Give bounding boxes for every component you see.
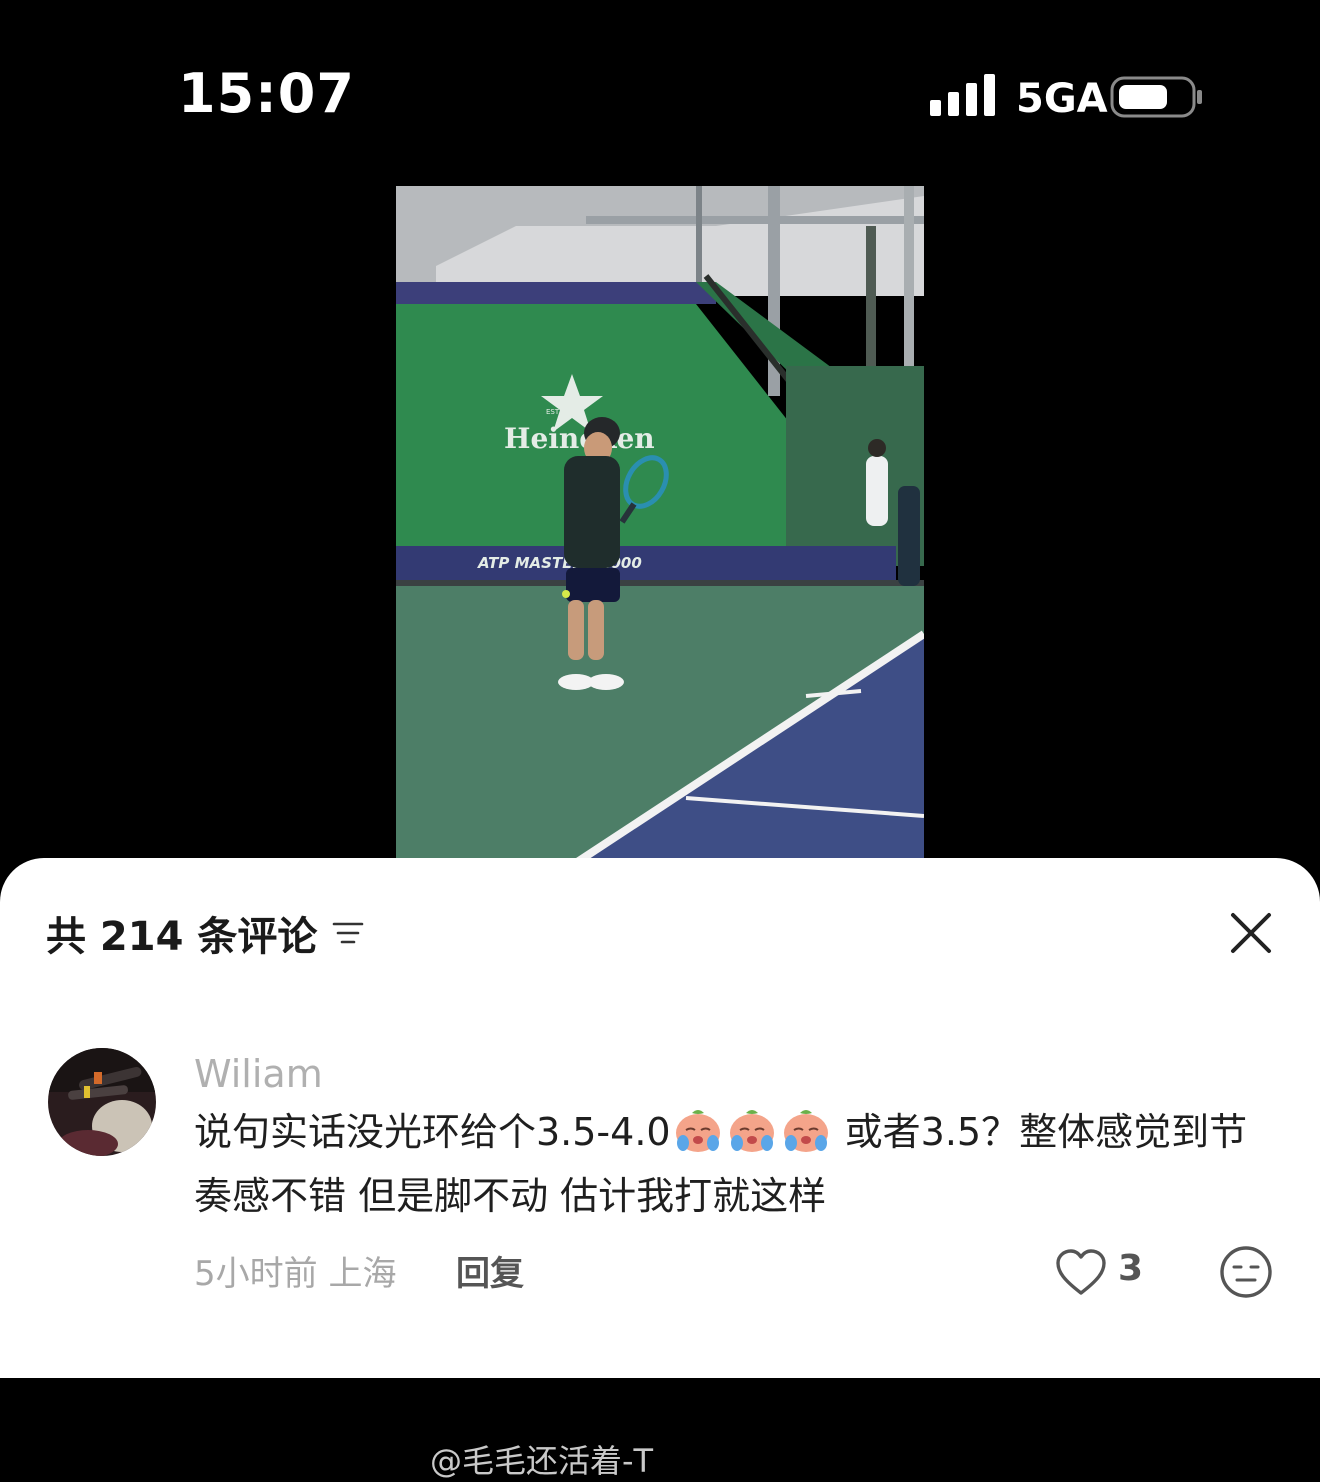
comments-sheet: 共 214 条评论 Wiliam 说句实话没光环给个3.5-4.0 或者3.5？… bbox=[0, 858, 1320, 1480]
sort-icon[interactable] bbox=[331, 916, 365, 950]
status-time: 15:07 bbox=[178, 62, 355, 125]
crying-emoji-icon bbox=[729, 1110, 774, 1152]
watermark-text: @毛毛还活着-T bbox=[430, 1442, 654, 1480]
battery-icon bbox=[1110, 76, 1202, 118]
video-player[interactable]: Heineken EST. 1873 ATP MASTERS 1000 bbox=[396, 186, 924, 876]
crying-emoji-icon bbox=[675, 1110, 720, 1152]
heart-icon[interactable] bbox=[1054, 1248, 1108, 1298]
comment-text-part1: 说句实话没光环给个3.5-4.0 bbox=[194, 1110, 671, 1154]
avatar[interactable] bbox=[48, 1048, 156, 1156]
cellular-signal-icon bbox=[930, 74, 995, 116]
neutral-face-icon[interactable] bbox=[1218, 1244, 1274, 1300]
banner-est-text: EST. 1873 bbox=[546, 408, 581, 416]
comment-count-title: 共 214 条评论 bbox=[46, 914, 318, 960]
video-frame-image: Heineken EST. 1873 ATP MASTERS 1000 bbox=[396, 186, 924, 876]
avatar-image bbox=[48, 1048, 156, 1156]
network-type-label: 5GA bbox=[1016, 76, 1108, 122]
comment-username[interactable]: Wiliam bbox=[194, 1052, 323, 1096]
close-icon[interactable] bbox=[1226, 908, 1276, 958]
comment-body: 说句实话没光环给个3.5-4.0 或者3.5？整体感觉到节奏感不错 但是脚不动 … bbox=[194, 1100, 1274, 1228]
banner-brand-text: Heineken bbox=[504, 422, 655, 455]
crying-emoji-icon bbox=[783, 1110, 828, 1152]
comment-meta: 5小时前 上海 bbox=[194, 1254, 397, 1294]
status-bar: 15:07 5GA bbox=[0, 0, 1320, 190]
reply-button[interactable]: 回复 bbox=[456, 1246, 524, 1295]
comments-header: 共 214 条评论 bbox=[46, 904, 365, 962]
like-count: 3 bbox=[1118, 1248, 1144, 1289]
